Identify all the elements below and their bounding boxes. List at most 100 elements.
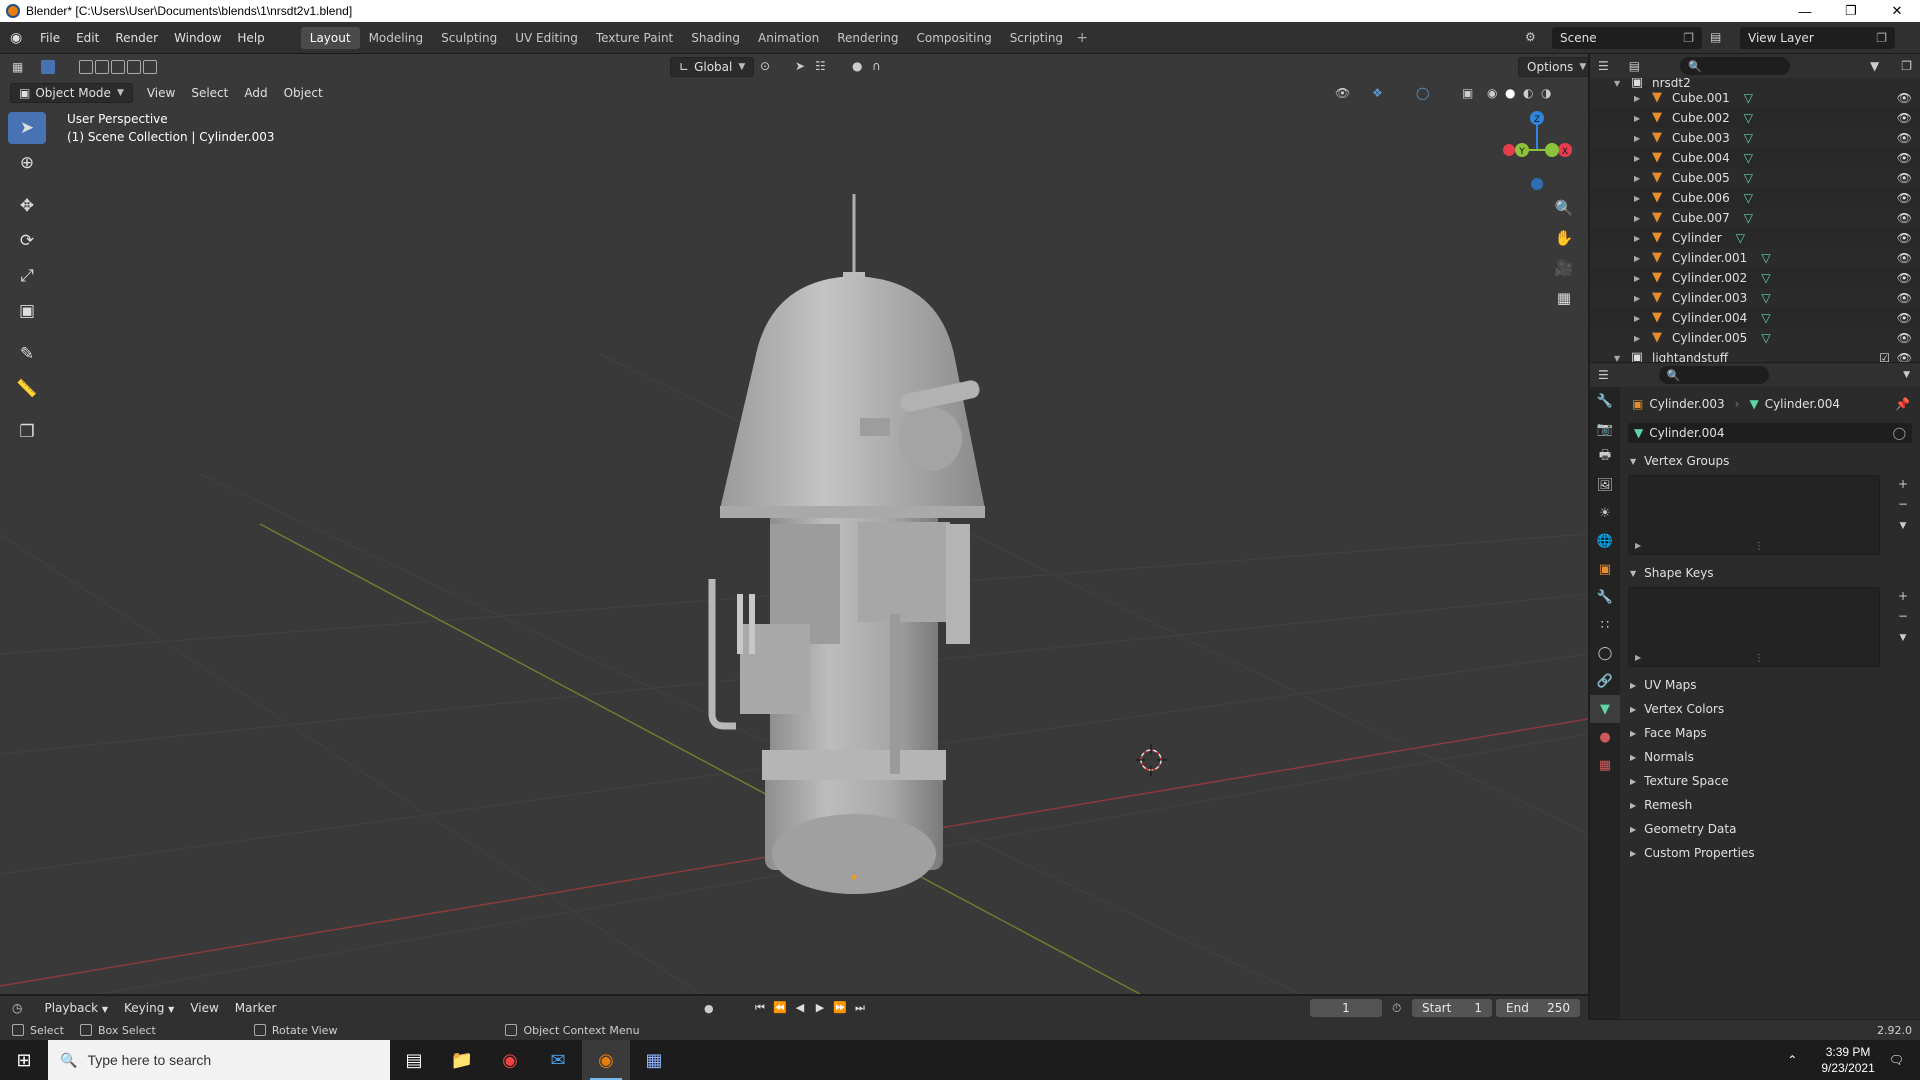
object-tab-icon[interactable]: ▣: [1590, 555, 1620, 583]
app-window-icon[interactable]: ▦: [630, 1040, 678, 1080]
collection-checkbox-icon[interactable]: ☑: [1879, 351, 1890, 362]
menu-file[interactable]: File: [32, 27, 68, 49]
eye-icon[interactable]: 👁: [1897, 131, 1912, 145]
mesh-data-icon[interactable]: ▽: [1761, 311, 1770, 325]
vertex-group-menu-icon[interactable]: ▼: [1894, 521, 1912, 531]
shading-rendered-icon[interactable]: ◑: [1541, 86, 1551, 100]
mail-icon[interactable]: ✉: [534, 1040, 582, 1080]
menu-window[interactable]: Window: [166, 27, 229, 49]
properties-editor-icon[interactable]: ☰: [1598, 368, 1609, 382]
chrome-icon[interactable]: ◉: [486, 1040, 534, 1080]
shape-keys-list[interactable]: ▶ ⋮: [1628, 587, 1880, 667]
move-tool-icon[interactable]: ✥: [8, 190, 46, 222]
task-view-icon[interactable]: ▤: [390, 1040, 438, 1080]
output-tab-icon[interactable]: 🖶: [1590, 443, 1620, 471]
expand-arrow-icon[interactable]: ▶: [1634, 114, 1646, 123]
menu-render[interactable]: Render: [107, 27, 166, 49]
pivot-point-icon[interactable]: ⊙: [760, 59, 770, 73]
select-new-icon[interactable]: [79, 60, 94, 74]
mesh-data-icon[interactable]: ▽: [1744, 151, 1753, 165]
scale-tool-icon[interactable]: ⤢: [8, 260, 46, 292]
outliner-item-row[interactable]: ▶ ▼ Cube.006 ▽ 👁: [1590, 188, 1920, 208]
outliner-search-input[interactable]: 🔍: [1680, 57, 1791, 75]
eye-icon[interactable]: 👁: [1897, 171, 1912, 185]
properties-search-input[interactable]: 🔍: [1658, 366, 1769, 384]
mesh-data-icon[interactable]: ▽: [1744, 111, 1753, 125]
navigation-gizmo[interactable]: Z X Y: [1503, 111, 1572, 190]
perspective-toggle-icon[interactable]: ▦: [1550, 284, 1578, 312]
panel-collapsed[interactable]: ▶ Remesh: [1620, 793, 1920, 817]
filter-icon[interactable]: ▼: [1870, 59, 1879, 73]
measure-tool-icon[interactable]: 📏: [8, 373, 46, 405]
minimize-icon[interactable]: —: [1782, 0, 1828, 22]
timeline-menu-view[interactable]: View: [182, 1001, 226, 1015]
rotate-tool-icon[interactable]: ⟳: [8, 225, 46, 257]
new-collection-icon[interactable]: ❐: [1901, 59, 1912, 73]
scene-name-field[interactable]: Scene ❐: [1552, 27, 1702, 49]
outliner-item-row[interactable]: ▶ ▼ Cylinder.002 ▽ 👁: [1590, 268, 1920, 288]
tab-animation[interactable]: Animation: [749, 27, 828, 49]
play-icon[interactable]: ▶: [810, 1001, 830, 1015]
tab-modeling[interactable]: Modeling: [360, 27, 433, 49]
prev-keyframe-icon[interactable]: ⏪: [770, 1001, 790, 1015]
viewport-menu-add[interactable]: Add: [236, 86, 275, 100]
outliner-item-row[interactable]: ▶ ▼ Cube.005 ▽ 👁: [1590, 168, 1920, 188]
tab-texture-paint[interactable]: Texture Paint: [587, 27, 682, 49]
add-cube-tool-icon[interactable]: ❐: [8, 416, 46, 448]
jump-start-icon[interactable]: ⏮: [750, 1001, 770, 1015]
expand-arrow-icon[interactable]: ▶: [1634, 154, 1646, 163]
gizmo-toggle-icon[interactable]: ❖: [1372, 86, 1383, 100]
resize-handle-icon[interactable]: ⋮: [1754, 653, 1764, 664]
expand-arrow-icon[interactable]: ▶: [1634, 294, 1646, 303]
outliner-collection-row[interactable]: ▼ ▣ lightandstuff ☑ 👁: [1590, 348, 1920, 362]
timer-icon[interactable]: ⏱: [1392, 1001, 1401, 1016]
zoom-icon[interactable]: 🔍: [1550, 194, 1578, 222]
timeline-menu-keying[interactable]: Keying ▼: [116, 1001, 182, 1015]
start-frame-field[interactable]: Start 1: [1412, 999, 1492, 1017]
file-explorer-icon[interactable]: 📁: [438, 1040, 486, 1080]
display-mode-icon[interactable]: ▤: [1629, 59, 1640, 73]
expand-arrow-icon[interactable]: ▶: [1634, 234, 1646, 243]
eye-icon[interactable]: 👁: [1897, 351, 1912, 362]
options-dropdown[interactable]: Options ▼: [1518, 57, 1588, 77]
world-tab-icon[interactable]: 🌐: [1590, 527, 1620, 555]
play-reverse-icon[interactable]: ◀: [790, 1001, 810, 1015]
eye-icon[interactable]: 👁: [1897, 111, 1912, 125]
outliner-item-row[interactable]: ▶ ▼ Cylinder ▽ 👁: [1590, 228, 1920, 248]
resize-handle-icon[interactable]: ⋮: [1754, 541, 1764, 552]
mesh-browse-icon[interactable]: ▼: [1634, 426, 1643, 440]
transform-orientation-dropdown[interactable]: ∟ Global ▼: [670, 57, 755, 77]
tab-layout[interactable]: Layout: [300, 26, 360, 49]
tab-sculpting[interactable]: Sculpting: [432, 27, 506, 49]
expand-arrow-icon[interactable]: ▶: [1635, 653, 1641, 662]
physics-tab-icon[interactable]: ◯: [1590, 639, 1620, 667]
expand-arrow-icon[interactable]: ▶: [1634, 254, 1646, 263]
eye-icon[interactable]: 👁: [1897, 271, 1912, 285]
chevron-down-icon[interactable]: ▼: [1903, 370, 1910, 380]
outliner-collection-row[interactable]: ▼ ▣ nrsdt2: [1590, 78, 1920, 88]
modifier-tab-icon[interactable]: 🔧: [1590, 583, 1620, 611]
panel-collapsed[interactable]: ▶ Normals: [1620, 745, 1920, 769]
blender-taskbar-icon[interactable]: ◉: [582, 1040, 630, 1080]
timeline-menu-marker[interactable]: Marker: [227, 1001, 284, 1015]
mesh-data-icon[interactable]: ▽: [1761, 331, 1770, 345]
select-invert-icon[interactable]: [127, 60, 142, 74]
falloff-icon[interactable]: ∩: [872, 59, 881, 73]
mesh-data-icon[interactable]: ▽: [1761, 291, 1770, 305]
shading-wireframe-icon[interactable]: ◉: [1487, 86, 1497, 100]
mesh-data-icon[interactable]: ▽: [1744, 191, 1753, 205]
viewport-menu-select[interactable]: Select: [183, 86, 236, 100]
render-tab-icon[interactable]: 📷: [1590, 415, 1620, 443]
eye-icon[interactable]: 👁: [1897, 291, 1912, 305]
mesh-data-icon[interactable]: ▽: [1744, 91, 1753, 105]
panel-collapsed[interactable]: ▶ Face Maps: [1620, 721, 1920, 745]
current-frame-field[interactable]: 1: [1310, 999, 1382, 1017]
tab-compositing[interactable]: Compositing: [907, 27, 1000, 49]
remove-shape-key-icon[interactable]: −: [1894, 609, 1912, 623]
outliner-item-row[interactable]: ▶ ▼ Cylinder.003 ▽ 👁: [1590, 288, 1920, 308]
panel-collapsed[interactable]: ▶ Custom Properties: [1620, 841, 1920, 865]
tab-scripting[interactable]: Scripting: [1001, 27, 1072, 49]
mesh-datablock-field[interactable]: ▼ Cylinder.004 ◯: [1628, 423, 1912, 443]
add-shape-key-icon[interactable]: +: [1894, 589, 1912, 603]
mesh-data-icon[interactable]: ▽: [1744, 131, 1753, 145]
